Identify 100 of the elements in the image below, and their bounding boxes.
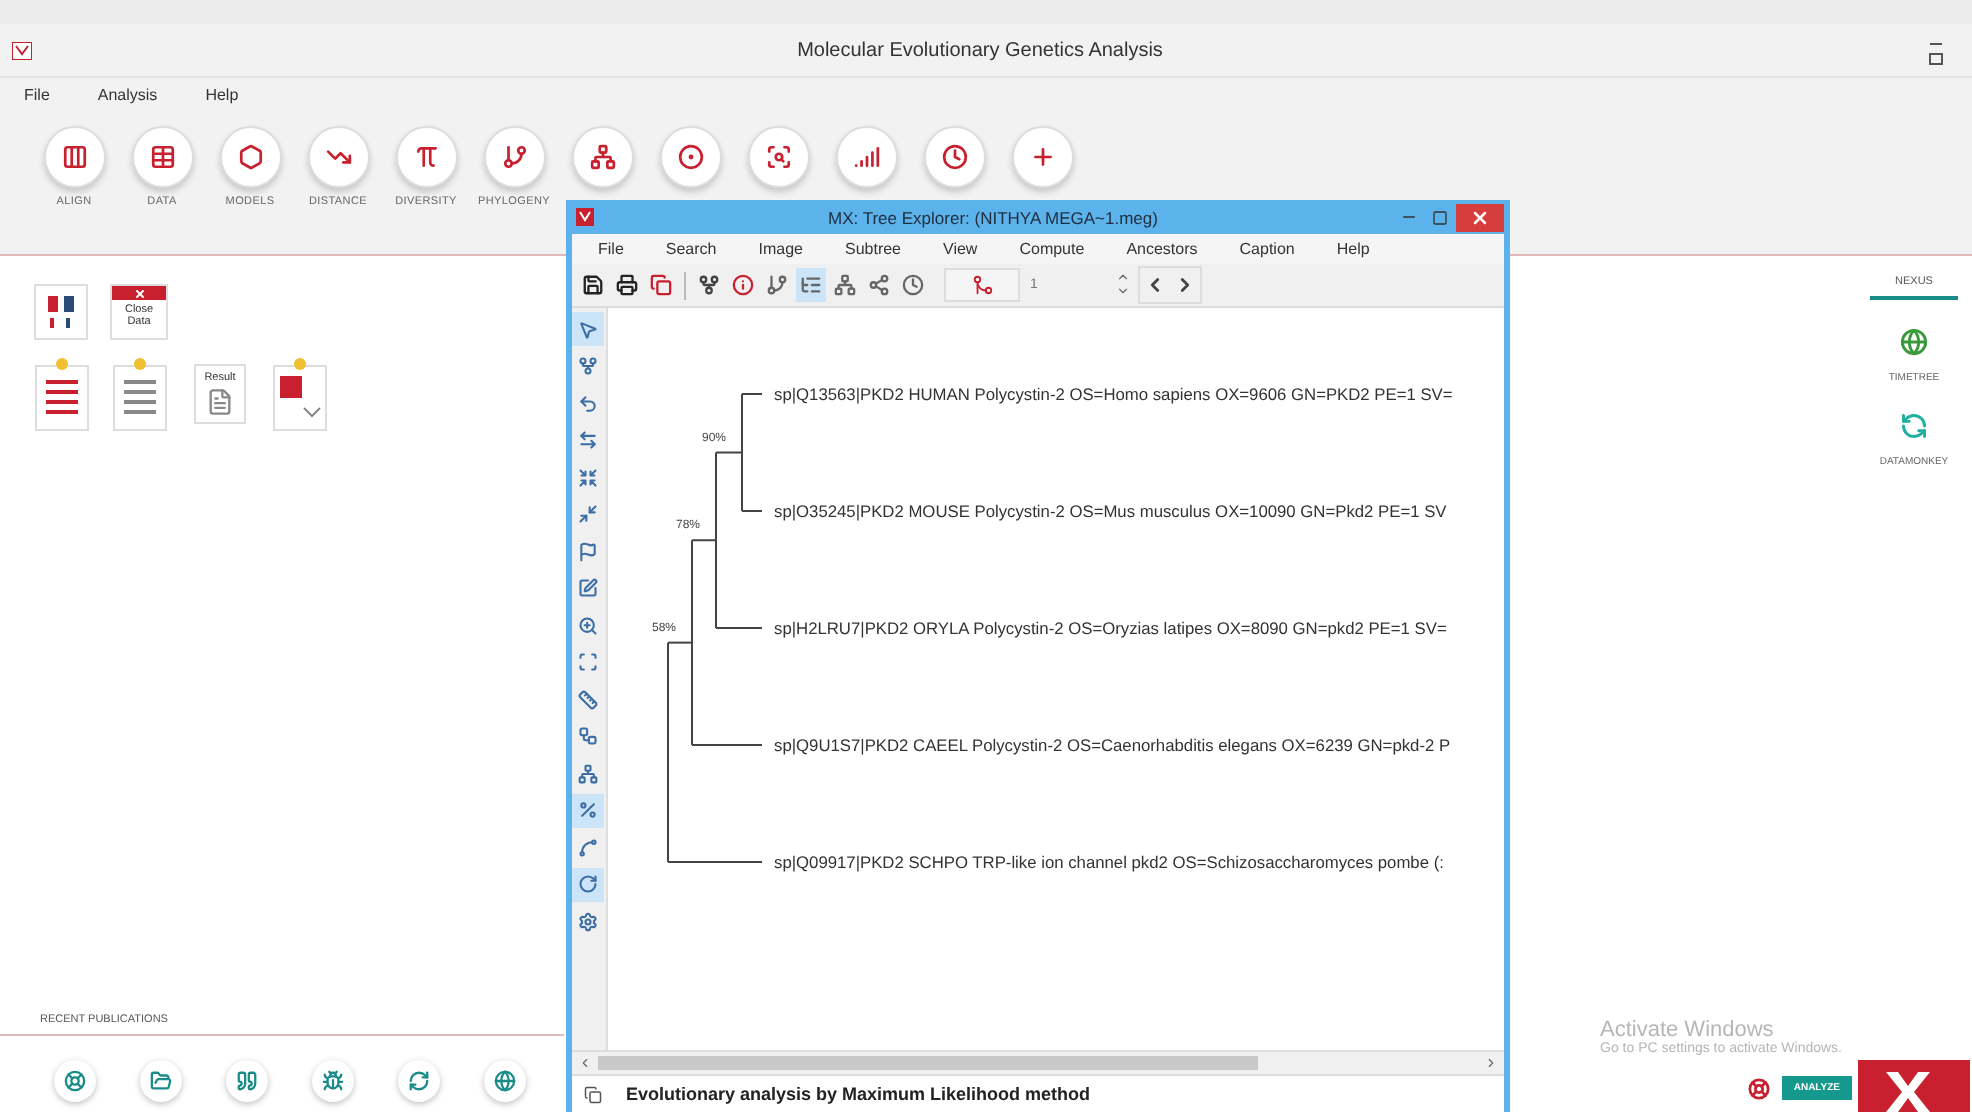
copy-icon[interactable] [584, 1085, 602, 1103]
swap-icon [578, 430, 598, 450]
footer-button[interactable] [140, 1060, 182, 1102]
caption-icon [578, 578, 598, 598]
print-icon [616, 274, 638, 296]
folder-icon [150, 1070, 172, 1092]
info-icon [732, 274, 754, 296]
footer-button[interactable] [398, 1060, 440, 1102]
root-icon [698, 274, 720, 296]
down-icon [1115, 283, 1129, 297]
selection-icon [765, 144, 791, 170]
app-logo-icon [12, 41, 32, 59]
menu-item[interactable]: File [598, 240, 624, 258]
topology-icon [578, 726, 598, 746]
pointer-icon [578, 319, 598, 339]
menu-item[interactable]: Caption [1239, 240, 1295, 258]
taxon-label[interactable]: sp|H2LRU7|PKD2 ORYLA Polycystin-2 OS=Oryzias latipes OX=8090 GN=pkd2 PE=1 SV= [774, 618, 1447, 638]
menu-item[interactable]: File [24, 85, 50, 103]
window-title: MX: Tree Explorer: (NITHYA MEGA~1.meg) [826, 207, 1160, 227]
flip-icon [578, 393, 598, 413]
copy-icon [650, 274, 672, 296]
scrollbar-thumb[interactable] [598, 1056, 1258, 1070]
close-icon [133, 287, 145, 299]
distance-icon [325, 144, 351, 170]
menu-item[interactable]: Subtree [844, 240, 902, 258]
refresh-icon [1899, 412, 1928, 440]
taxon-label[interactable]: sp|Q13563|PKD2 HUMAN Polycystin-2 OS=Homo sapiens OX=9606 GN=PKD2 PE=1 SV= [774, 384, 1453, 404]
diagnose-icon [1029, 144, 1055, 170]
diversity-icon [413, 144, 439, 170]
scroll-right-icon[interactable] [1484, 1056, 1498, 1070]
footer-button[interactable] [312, 1060, 354, 1102]
ruler-icon [578, 689, 598, 709]
up-icon [1115, 269, 1129, 283]
percent-icon [578, 800, 598, 820]
toolbar-button[interactable] [219, 126, 281, 188]
document-icon[interactable] [34, 356, 90, 432]
compress-icon [578, 467, 598, 487]
fit-icon [578, 652, 598, 672]
toolbar-button[interactable] [923, 126, 985, 188]
toolbar-button[interactable] [307, 126, 369, 188]
toolbar-button[interactable] [659, 126, 721, 188]
toolbar-button[interactable] [131, 126, 193, 188]
data-icon [149, 144, 175, 170]
notice-title: Activate Windows [1600, 1018, 1774, 1042]
quote-icon [236, 1070, 258, 1092]
toolbar-button[interactable] [395, 126, 457, 188]
menu-item[interactable]: Help [205, 85, 239, 103]
maximize-icon[interactable] [1928, 51, 1944, 65]
menu-item[interactable]: Ancestors [1126, 240, 1198, 258]
phylogeny-icon [501, 144, 527, 170]
menu-item[interactable]: Search [665, 240, 717, 258]
rect-tree-icon [766, 274, 788, 296]
zoom-icon [578, 615, 598, 635]
menu-item[interactable]: View [943, 240, 978, 258]
branch-icon [578, 837, 598, 857]
circle-tree-icon [834, 274, 856, 296]
maximize-icon [1432, 209, 1448, 225]
menu-item[interactable]: Analysis [97, 85, 158, 103]
taxon-label[interactable]: sp|Q09917|PKD2 SCHPO TRP-like ion channel pkd2 OS=Schizosaccharomyces pombe (: [774, 852, 1444, 872]
footer-button[interactable] [226, 1060, 268, 1102]
menu-item[interactable]: Help [1336, 240, 1370, 258]
lifebuoy-icon [1747, 1077, 1770, 1099]
menu-item[interactable]: Compute [1019, 240, 1085, 258]
user-tree-icon [589, 144, 615, 170]
footer-button[interactable] [54, 1060, 96, 1102]
close-button[interactable] [1456, 203, 1504, 231]
scroll-left-icon[interactable] [578, 1056, 592, 1070]
footer-button[interactable] [484, 1060, 526, 1102]
clock-icon [902, 274, 924, 296]
ancestors-icon [677, 144, 703, 170]
help-icon [64, 1070, 86, 1092]
align-icon [61, 144, 87, 170]
tree-icon [971, 274, 993, 296]
radiation-icon [868, 274, 890, 296]
mark-icon [578, 541, 598, 561]
toolbar-button[interactable] [571, 126, 633, 188]
root-icon [578, 356, 598, 376]
toolbar-button[interactable] [835, 126, 897, 188]
tree-button[interactable] [944, 268, 1020, 302]
app-logo-icon [576, 208, 594, 226]
taxon-label[interactable]: sp|O35245|PKD2 MOUSE Polycystin-2 OS=Mus musculus OX=10090 GN=Pkd2 PE=1 SV [774, 501, 1447, 521]
collapse-icon [578, 504, 598, 524]
rotate-icon [578, 874, 598, 894]
settings-icon [578, 911, 598, 931]
window-title: Molecular Evolutionary Genetics Analysis [795, 39, 1165, 61]
document-icon[interactable] [112, 356, 168, 432]
menu-item[interactable]: Image [758, 240, 803, 258]
caption-text: Evolutionary analysis by Maximum Likelihood method [626, 1084, 1091, 1104]
toolbar-button[interactable] [483, 126, 545, 188]
document-icon[interactable] [272, 356, 328, 432]
close-icon [1470, 207, 1490, 227]
toolbar-button[interactable] [43, 126, 105, 188]
taxon-label[interactable]: sp|Q9U1S7|PKD2 CAEEL Polycystin-2 OS=Caenorhabditis elegans OX=6239 GN=pkd-2 P [774, 735, 1451, 755]
rates-icon [853, 144, 879, 170]
data-card[interactable] [34, 284, 88, 340]
straight-tree-icon [800, 274, 822, 296]
update-icon [408, 1070, 430, 1092]
models-icon [237, 144, 263, 170]
toolbar-button[interactable] [747, 126, 809, 188]
save-icon [582, 274, 604, 296]
